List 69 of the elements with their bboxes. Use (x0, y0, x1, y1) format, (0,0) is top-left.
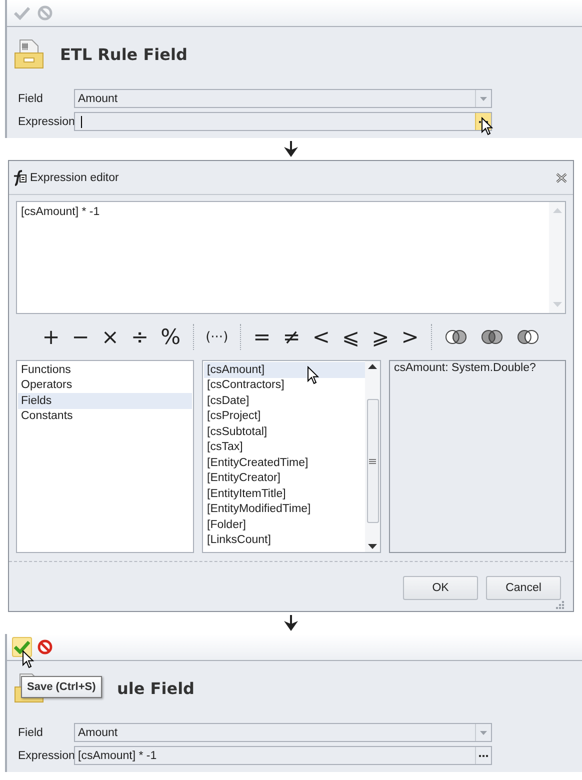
operator-button[interactable]: ÷ (127, 326, 153, 348)
checkmark-icon (14, 6, 30, 20)
venn-icon (480, 329, 503, 345)
prohibited-icon (37, 639, 53, 655)
scrollbar-thumb[interactable] (366, 399, 378, 523)
down-arrow-icon (283, 141, 299, 157)
caret-icon (480, 730, 487, 734)
venn-icon (444, 329, 467, 345)
field-item[interactable]: [EntityCreatedTime] (204, 455, 365, 470)
operator-button[interactable]: > (397, 326, 423, 348)
field-label: Expression (18, 116, 74, 128)
close-button[interactable] (556, 172, 567, 182)
field-item[interactable]: [csSubtotal] (204, 424, 365, 440)
dropdown-field[interactable]: Amount (74, 723, 492, 742)
field-item[interactable]: [LinksCount] (204, 532, 365, 548)
form-title: ETL Rule Field (60, 44, 188, 64)
cancel-button[interactable]: Cancel (486, 576, 561, 600)
dropdown-field[interactable]: Amount (74, 89, 492, 108)
field-item[interactable]: [csDate] (204, 393, 365, 408)
save-button[interactable] (12, 637, 32, 657)
cancel-button[interactable] (35, 637, 55, 657)
operator-button[interactable]: % (156, 326, 185, 348)
field-item[interactable]: [EntityModifiedTime] (204, 502, 365, 517)
resize-grip-icon (556, 601, 564, 609)
operator-button[interactable]: − (68, 326, 94, 348)
operator-button[interactable]: × (97, 326, 124, 348)
description-text: csAmount: System.Double? (394, 362, 536, 374)
down-arrow-icon (283, 615, 299, 631)
category-item[interactable]: Fields (18, 393, 192, 408)
field-label: Expression (18, 750, 74, 762)
field-item[interactable]: [EntityItemTitle] (204, 486, 365, 502)
card-file-icon (14, 38, 46, 70)
dialog-title: Expression editor (30, 172, 120, 184)
field-item[interactable]: [Folder] (204, 517, 365, 532)
operator-button[interactable]: (···) (202, 330, 232, 344)
operator-button[interactable]: ≠ (278, 326, 304, 348)
category-item[interactable]: Operators (18, 378, 192, 393)
function-icon (11, 170, 27, 186)
operator-button[interactable]: + (38, 326, 64, 348)
scroll-up-icon (368, 364, 377, 369)
input-field[interactable] (74, 112, 492, 131)
scroll-down-icon (552, 302, 562, 307)
field-label: Field (18, 92, 44, 104)
field-item[interactable]: [csTax] (204, 440, 365, 455)
operator-button[interactable]: ⩾ (368, 326, 394, 348)
category-item[interactable]: Functions (18, 362, 192, 378)
prohibited-icon (37, 5, 53, 21)
grip-icon (369, 458, 376, 464)
tooltip: Save (Ctrl+S) (21, 676, 102, 698)
field-item[interactable]: [csAmount] (204, 362, 365, 378)
field-label: Field (18, 726, 44, 738)
scroll-up-icon (552, 208, 562, 213)
form-title: ule Field (117, 678, 194, 698)
close-icon (556, 172, 567, 182)
ellipsis-button[interactable] (475, 747, 491, 764)
scroll-down-icon (368, 544, 377, 549)
operator-button[interactable]: ⩽ (338, 326, 364, 348)
category-item[interactable]: Constants (18, 408, 192, 424)
checkmark-icon (14, 640, 30, 654)
expression-field[interactable]: [csAmount] * -1 (16, 201, 566, 314)
operator-button[interactable]: = (249, 326, 275, 348)
field-item[interactable]: [EntityCreator] (204, 470, 365, 486)
field-item[interactable]: [csProject] (204, 408, 365, 424)
operator-button[interactable]: < (308, 326, 334, 348)
input-field[interactable]: [csAmount] * -1 (74, 746, 492, 765)
field-item[interactable]: [csContractors] (204, 378, 365, 393)
caret-icon (480, 96, 487, 100)
ok-button[interactable]: OK (403, 576, 478, 600)
venn-icon (516, 329, 539, 345)
